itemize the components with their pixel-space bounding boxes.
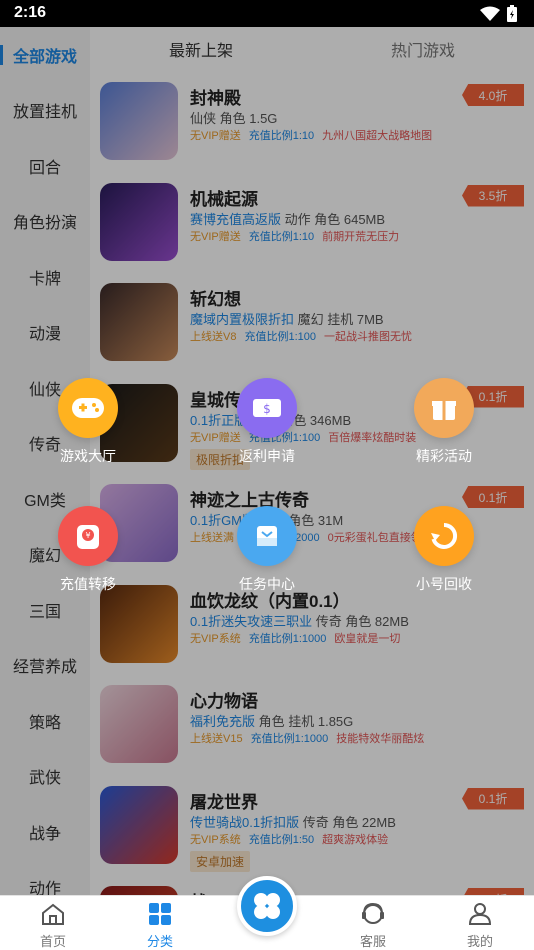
nav-service[interactable]: 客服 xyxy=(343,902,403,950)
battery-icon xyxy=(507,5,517,22)
popup-events-button[interactable]: 精彩活动 xyxy=(394,378,494,466)
bottom-nav: 首页 分类 客服 我的 xyxy=(0,876,534,950)
gift-icon xyxy=(414,378,474,438)
nav-label: 首页 xyxy=(39,934,66,949)
service-icon xyxy=(362,902,384,924)
nav-label: 分类 xyxy=(146,934,173,949)
nav-label: 我的 xyxy=(466,934,493,949)
svg-text:$: $ xyxy=(263,402,271,416)
center-menu-button[interactable] xyxy=(237,876,297,936)
gamepad-icon xyxy=(58,378,118,438)
status-icons xyxy=(480,5,518,23)
status-bar: 2:16 xyxy=(0,0,534,27)
recycle-icon xyxy=(414,506,474,566)
category-icon xyxy=(149,903,171,925)
popup-label: 任务中心 xyxy=(239,576,295,592)
popup-label: 返利申请 xyxy=(239,448,295,464)
popup-account-recycle-button[interactable]: 小号回收 xyxy=(394,506,494,594)
popup-recharge-transfer-button[interactable]: ¥ 充值转移 xyxy=(38,506,138,594)
nav-label: 客服 xyxy=(359,934,386,949)
nav-category[interactable]: 分类 xyxy=(130,902,190,950)
profile-icon xyxy=(468,903,492,925)
task-icon xyxy=(237,506,297,566)
popup-rebate-button[interactable]: $ 返利申请 xyxy=(217,378,317,466)
svg-text:¥: ¥ xyxy=(85,531,90,540)
transfer-icon: ¥ xyxy=(58,506,118,566)
wifi-icon xyxy=(480,6,500,21)
clover-icon xyxy=(254,893,280,919)
rebate-icon: $ xyxy=(237,378,297,438)
popup-label: 精彩活动 xyxy=(416,448,472,464)
popup-task-center-button[interactable]: 任务中心 xyxy=(217,506,317,594)
popup-label: 小号回收 xyxy=(416,576,472,592)
popup-label: 充值转移 xyxy=(60,576,116,592)
nav-home[interactable]: 首页 xyxy=(23,902,83,950)
popup-label: 游戏大厅 xyxy=(60,448,116,464)
status-time: 2:16 xyxy=(14,4,47,21)
home-icon xyxy=(42,903,64,925)
popup-game-hall-button[interactable]: 游戏大厅 xyxy=(38,378,138,466)
nav-profile[interactable]: 我的 xyxy=(450,902,510,950)
